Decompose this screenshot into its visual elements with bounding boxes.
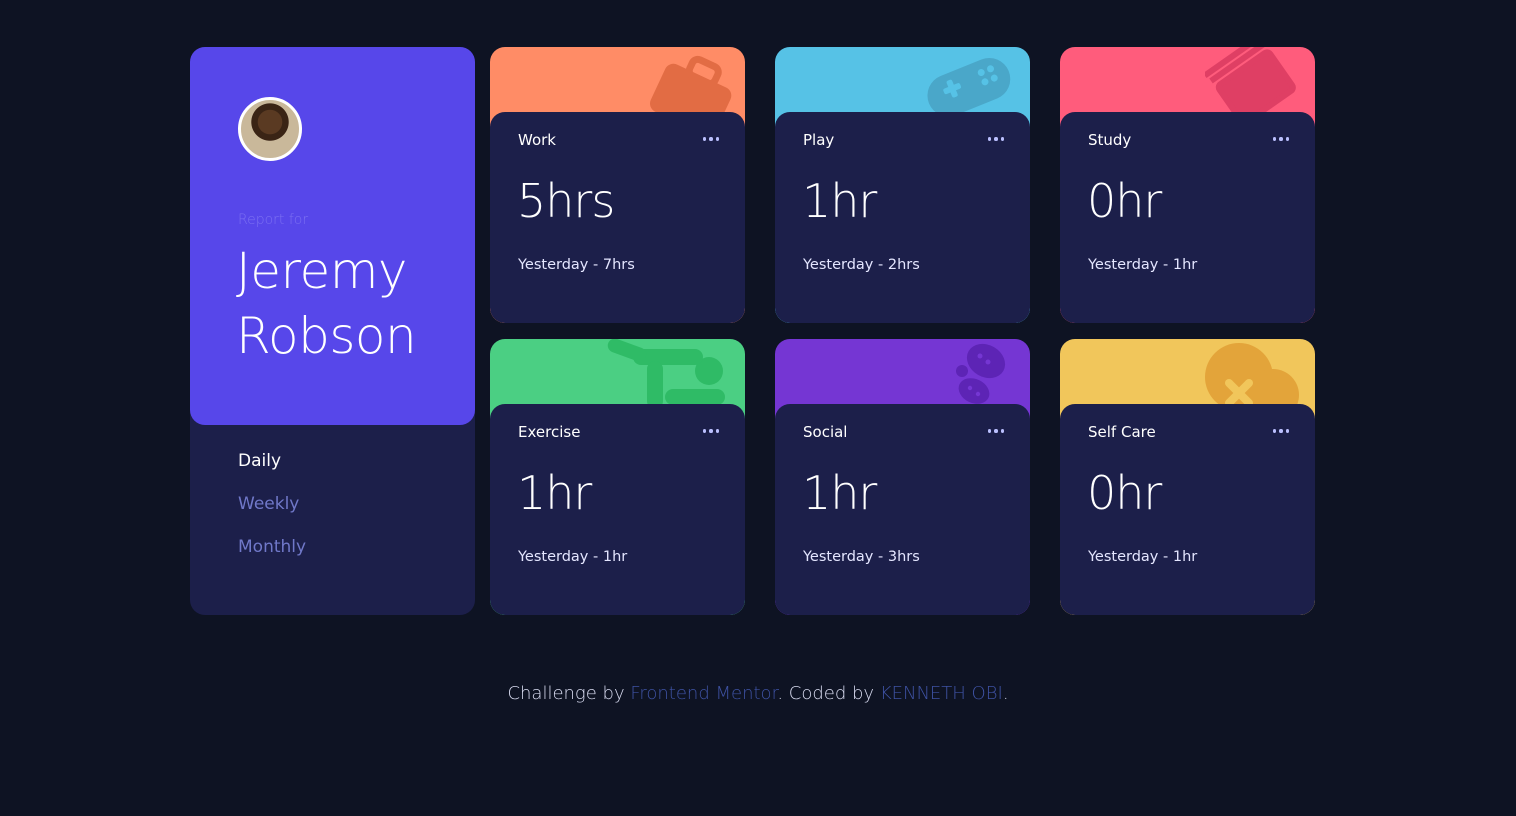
card-work: Work 5hrs Yesterday - 7hrs: [490, 47, 745, 323]
previous-hours: Yesterday - 1hr: [1088, 257, 1198, 273]
ellipsis-icon[interactable]: [1273, 424, 1289, 438]
card-title: Work: [518, 131, 556, 149]
card-panel[interactable]: Exercise 1hr Yesterday - 1hr: [490, 404, 745, 615]
card-title: Self Care: [1088, 423, 1156, 441]
card-self-care: Self Care 0hr Yesterday - 1hr: [1060, 339, 1315, 615]
current-hours: 0hr: [1087, 466, 1162, 520]
card-panel[interactable]: Play 1hr Yesterday - 2hrs: [775, 112, 1030, 323]
chat-bubbles-icon: [956, 343, 1006, 404]
period-daily[interactable]: Daily: [238, 451, 306, 472]
current-hours: 1hr: [517, 466, 592, 520]
footer-middle: . Coded by: [777, 683, 880, 704]
card-exercise: Exercise 1hr Yesterday - 1hr: [490, 339, 745, 615]
current-hours: 5hrs: [517, 174, 615, 228]
card-panel[interactable]: Social 1hr Yesterday - 3hrs: [775, 404, 1030, 615]
profile-header: Report for Jeremy Robson: [190, 47, 475, 425]
ellipsis-icon[interactable]: [703, 132, 719, 146]
current-hours: 1hr: [802, 174, 877, 228]
card-title: Exercise: [518, 423, 581, 441]
previous-hours: Yesterday - 2hrs: [803, 257, 920, 273]
profile-card: Report for Jeremy Robson Daily Weekly Mo…: [190, 47, 475, 615]
ellipsis-icon[interactable]: [988, 424, 1004, 438]
user-first-name: Jeremy: [236, 242, 408, 300]
author-link[interactable]: KENNETH OBI: [880, 683, 1003, 704]
period-weekly[interactable]: Weekly: [238, 494, 306, 515]
frontend-mentor-link[interactable]: Frontend Mentor: [630, 683, 777, 704]
card-panel[interactable]: Work 5hrs Yesterday - 7hrs: [490, 112, 745, 323]
previous-hours: Yesterday - 7hrs: [518, 257, 635, 273]
footer-attribution: Challenge by Frontend Mentor. Coded by K…: [0, 683, 1516, 704]
runner-icon: [607, 339, 725, 409]
card-title: Study: [1088, 131, 1132, 149]
card-title: Play: [803, 131, 835, 149]
ellipsis-icon[interactable]: [1273, 132, 1289, 146]
previous-hours: Yesterday - 3hrs: [803, 549, 920, 565]
current-hours: 0hr: [1087, 174, 1162, 228]
card-panel[interactable]: Self Care 0hr Yesterday - 1hr: [1060, 404, 1315, 615]
footer-suffix: .: [1002, 683, 1009, 704]
card-play: Play 1hr Yesterday - 2hrs: [775, 47, 1030, 323]
period-monthly[interactable]: Monthly: [238, 537, 306, 558]
footer-prefix: Challenge by: [507, 683, 631, 704]
card-title: Social: [803, 423, 848, 441]
avatar: [238, 97, 302, 161]
user-last-name: Robson: [236, 307, 417, 365]
user-name: Jeremy Robson: [236, 239, 466, 369]
report-for-label: Report for: [238, 212, 309, 228]
previous-hours: Yesterday - 1hr: [518, 549, 628, 565]
ellipsis-icon[interactable]: [988, 132, 1004, 146]
card-social: Social 1hr Yesterday - 3hrs: [775, 339, 1030, 615]
ellipsis-icon[interactable]: [703, 424, 719, 438]
card-study: Study 0hr Yesterday - 1hr: [1060, 47, 1315, 323]
card-panel[interactable]: Study 0hr Yesterday - 1hr: [1060, 112, 1315, 323]
previous-hours: Yesterday - 1hr: [1088, 549, 1198, 565]
current-hours: 1hr: [802, 466, 877, 520]
period-selector: Daily Weekly Monthly: [238, 451, 306, 558]
